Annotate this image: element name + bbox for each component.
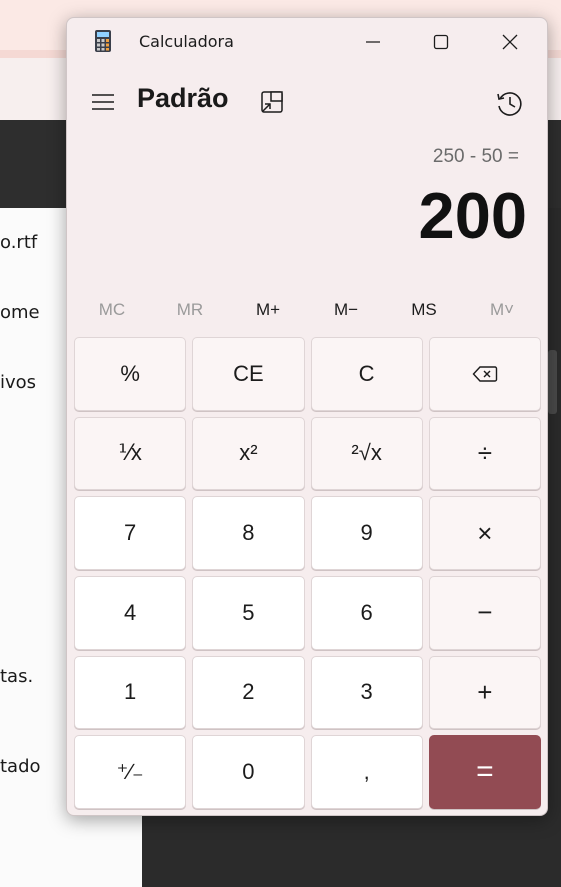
memory-list-button[interactable]: M˅: [463, 295, 541, 325]
digit-5-button[interactable]: 5: [192, 575, 305, 650]
result-display: 200: [418, 179, 527, 252]
backspace-button[interactable]: [428, 337, 541, 411]
digit-0-button[interactable]: 0: [192, 735, 305, 809]
clear-entry-button[interactable]: CE: [192, 337, 305, 411]
memory-add-button[interactable]: M+: [229, 295, 307, 325]
background-scrollbar[interactable]: [548, 350, 557, 414]
memory-bar: MC MR M+ M− MS M˅: [73, 295, 541, 325]
mode-title: Padrão: [137, 83, 229, 113]
close-icon: [502, 34, 518, 50]
subtract-button[interactable]: −: [428, 575, 541, 650]
negate-button[interactable]: ⁺∕₋: [74, 735, 187, 809]
minimize-button[interactable]: [343, 22, 403, 62]
memory-recall-button[interactable]: MR: [151, 295, 229, 325]
digit-2-button[interactable]: 2: [192, 655, 305, 730]
digit-7-button[interactable]: 7: [74, 496, 187, 570]
background-text: ome: [0, 302, 40, 323]
digit-8-button[interactable]: 8: [192, 496, 305, 570]
digit-4-button[interactable]: 4: [74, 575, 187, 650]
window-title: Calculadora: [139, 32, 234, 51]
title-bar[interactable]: Calculadora: [67, 18, 547, 66]
calculator-app-icon: [95, 30, 111, 52]
memory-store-button[interactable]: MS: [385, 295, 463, 325]
minimize-icon: [366, 41, 380, 43]
expression-display: 250 - 50 =: [432, 146, 519, 167]
hamburger-menu-icon[interactable]: [89, 88, 117, 116]
digit-6-button[interactable]: 6: [310, 575, 423, 650]
reciprocal-button[interactable]: ⅟x: [74, 416, 187, 491]
background-text: tas.: [0, 666, 34, 687]
background-text: ivos: [0, 372, 37, 393]
equals-button[interactable]: =: [428, 735, 541, 809]
backspace-icon: [472, 366, 498, 382]
maximize-button[interactable]: [411, 22, 471, 62]
keypad: % CE C ⅟x x² ²√x ÷ 7 8 9 × 4 5 6 − 1 2 3…: [74, 337, 541, 809]
background-text: tado: [0, 756, 41, 777]
calculator-window: Calculadora Padrão 250 - 50 = 200 MC MR …: [66, 17, 548, 816]
memory-clear-button[interactable]: MC: [73, 295, 151, 325]
square-root-button[interactable]: ²√x: [310, 416, 423, 491]
close-button[interactable]: [480, 22, 540, 62]
percent-button[interactable]: %: [74, 337, 187, 411]
multiply-button[interactable]: ×: [428, 496, 541, 570]
memory-subtract-button[interactable]: M−: [307, 295, 385, 325]
maximize-icon: [433, 34, 449, 50]
digit-3-button[interactable]: 3: [310, 655, 423, 730]
keep-on-top-icon[interactable]: [257, 87, 287, 117]
digit-9-button[interactable]: 9: [310, 496, 423, 570]
clear-button[interactable]: C: [310, 337, 423, 411]
divide-button[interactable]: ÷: [428, 416, 541, 491]
decimal-button[interactable]: ,: [310, 735, 423, 809]
background-text: o.rtf: [0, 232, 38, 253]
history-icon[interactable]: [493, 87, 527, 121]
square-button[interactable]: x²: [192, 416, 305, 491]
add-button[interactable]: +: [428, 655, 541, 730]
calculator-header: Padrão: [67, 76, 547, 128]
digit-1-button[interactable]: 1: [74, 655, 187, 730]
